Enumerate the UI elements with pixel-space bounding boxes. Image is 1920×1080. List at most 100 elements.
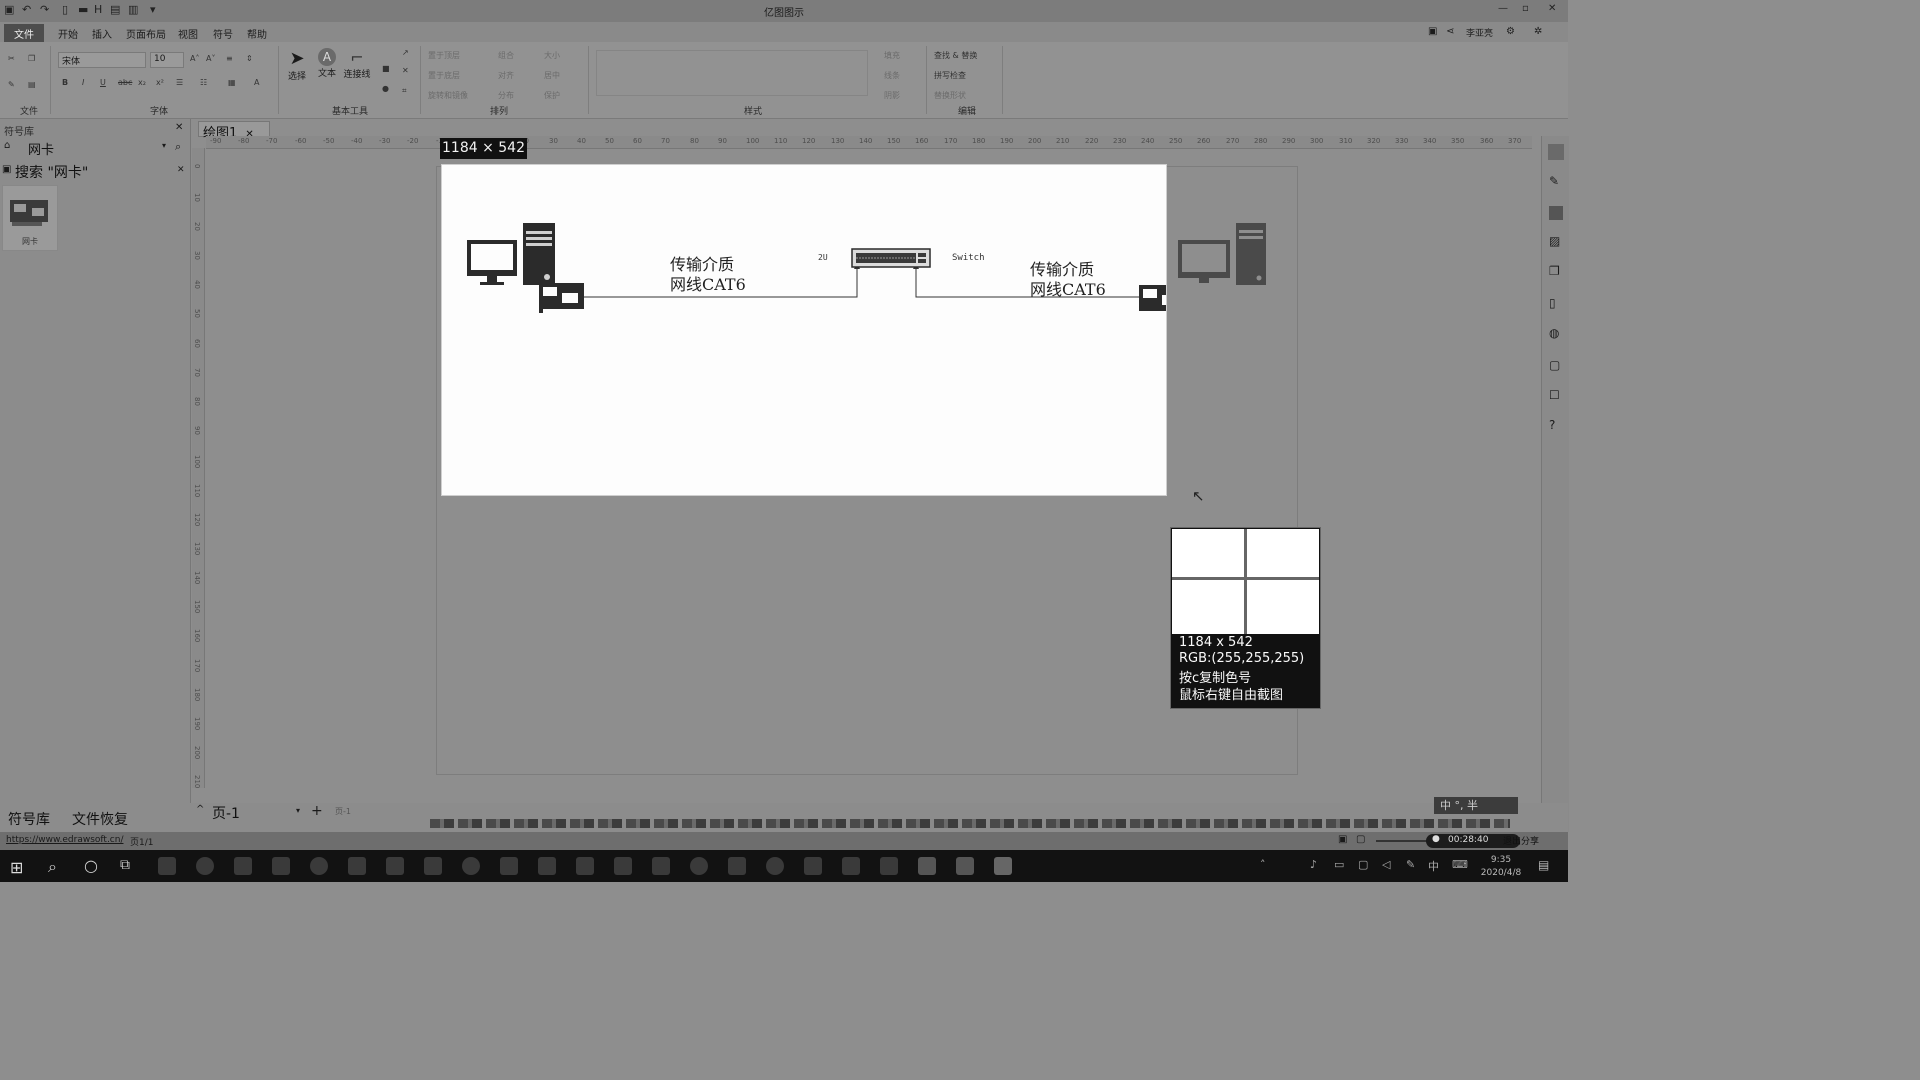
- volume-icon[interactable]: ◁: [1382, 858, 1390, 871]
- bring-to-front-button[interactable]: 置于顶层: [428, 50, 460, 61]
- share-icon[interactable]: ▣: [1428, 26, 1437, 37]
- line-spacing-icon[interactable]: ⇕: [246, 54, 253, 63]
- fill-button[interactable]: 填充: [884, 50, 900, 61]
- skin-icon[interactable]: ✲: [1534, 26, 1542, 37]
- help-icon[interactable]: ?: [1549, 418, 1555, 432]
- camera-icon[interactable]: [652, 857, 670, 875]
- app-icon[interactable]: [766, 857, 784, 875]
- pycharm-icon[interactable]: [500, 857, 518, 875]
- chrome-icon[interactable]: [690, 857, 708, 875]
- crop-icon[interactable]: ⌗: [402, 86, 407, 96]
- send-to-back-button[interactable]: 置于底层: [428, 70, 460, 81]
- page-tab-secondary[interactable]: 页-1: [335, 806, 351, 817]
- website-link[interactable]: https://www.edrawsoft.cn/: [6, 835, 123, 845]
- rectangle-icon[interactable]: ■: [382, 64, 390, 73]
- wechat-icon[interactable]: [918, 857, 936, 875]
- line-style-icon[interactable]: ✎: [1549, 174, 1559, 188]
- exit-share-button[interactable]: 退出分享: [1503, 834, 1539, 847]
- vscode-icon[interactable]: [576, 857, 594, 875]
- battery-icon[interactable]: ▭: [1334, 858, 1344, 871]
- align-button[interactable]: 对齐: [498, 70, 514, 81]
- clock[interactable]: 9:35 2020/4/8: [1478, 854, 1524, 880]
- app-icon[interactable]: [386, 857, 404, 875]
- windows-start-icon[interactable]: ⊞: [10, 858, 23, 877]
- mail-icon[interactable]: [272, 857, 290, 875]
- home-icon[interactable]: ⌂: [4, 140, 10, 151]
- delete-shape-icon[interactable]: ✕: [402, 66, 409, 75]
- italic-icon[interactable]: I: [82, 78, 84, 87]
- line-button[interactable]: 线条: [884, 70, 900, 81]
- capture-region[interactable]: 传输介质 网线CAT6 传输介质 网线CAT6 2U Switch: [441, 164, 1167, 496]
- menu-page-layout[interactable]: 页面布局: [126, 26, 166, 41]
- spell-check-button[interactable]: 拼写检查: [934, 70, 966, 81]
- menu-help[interactable]: 帮助: [247, 26, 267, 41]
- layers-icon[interactable]: ❐: [1549, 264, 1560, 278]
- library-item-network-card[interactable]: 网卡: [2, 185, 58, 251]
- app-icon[interactable]: [462, 857, 480, 875]
- grow-font-icon[interactable]: A˄: [190, 54, 199, 63]
- add-page-icon[interactable]: +: [311, 803, 323, 819]
- copy-icon[interactable]: ❐: [28, 54, 35, 63]
- app-icon[interactable]: [424, 857, 442, 875]
- fill-panel-icon[interactable]: [1549, 206, 1563, 220]
- connector-tool-button[interactable]: ⌐ 连接线: [342, 48, 372, 80]
- notification-icon[interactable]: ▤: [1538, 858, 1549, 872]
- shrink-font-icon[interactable]: A˅: [206, 54, 215, 63]
- shadow-button[interactable]: 阴影: [884, 90, 900, 101]
- color-palette-bar[interactable]: [430, 819, 1510, 828]
- minimize-icon[interactable]: —: [1498, 3, 1508, 14]
- network-icon[interactable]: ▢: [1358, 858, 1368, 871]
- keyboard-icon[interactable]: ⌨: [1452, 858, 1468, 871]
- style-gallery[interactable]: [596, 50, 868, 96]
- share-link-icon[interactable]: ⋖: [1446, 26, 1454, 37]
- page-nav-icon[interactable]: ^: [196, 804, 204, 815]
- document-tab[interactable]: 绘图1 ✕: [198, 121, 270, 141]
- edraw-icon[interactable]: [994, 857, 1012, 875]
- font-color-icon[interactable]: A: [254, 78, 259, 87]
- align-icon[interactable]: ≡: [226, 54, 233, 63]
- ime-indicator[interactable]: 中 °, 半: [1434, 797, 1518, 814]
- format-painter-icon[interactable]: ✎: [8, 80, 15, 89]
- fit-page-icon[interactable]: ▣: [1338, 834, 1347, 845]
- text-tool-button[interactable]: A 文本: [314, 48, 340, 79]
- size-button[interactable]: 大小: [544, 50, 560, 61]
- page-panel-icon[interactable]: ▯: [1549, 296, 1556, 310]
- media-icon[interactable]: [310, 857, 328, 875]
- search-icon[interactable]: ⌕: [48, 857, 57, 877]
- microphone-icon[interactable]: ♪: [1310, 858, 1317, 871]
- tab-file-recovery[interactable]: 文件恢复: [72, 809, 128, 829]
- rotate-mirror-button[interactable]: 旋转和镜像: [428, 90, 468, 101]
- maximize-icon[interactable]: ▫: [1522, 3, 1529, 14]
- font-family-select[interactable]: 宋体: [58, 52, 146, 68]
- cut-icon[interactable]: ✂: [8, 54, 15, 63]
- ellipse-icon[interactable]: ●: [382, 84, 389, 93]
- close-search-icon[interactable]: ✕: [177, 165, 185, 175]
- font-size-select[interactable]: 10: [150, 52, 184, 68]
- library-dropdown[interactable]: 网卡: [28, 139, 54, 158]
- move-icon[interactable]: ↗: [402, 48, 409, 57]
- app-icon[interactable]: [804, 857, 822, 875]
- app-icon[interactable]: [614, 857, 632, 875]
- settings-icon[interactable]: ⚙: [1506, 26, 1515, 37]
- app-icon[interactable]: [956, 857, 974, 875]
- task-view-icon[interactable]: ⧉: [120, 857, 130, 873]
- photoshop-icon[interactable]: [538, 857, 556, 875]
- protect-button[interactable]: 保护: [544, 90, 560, 101]
- chevron-down-icon[interactable]: ▾: [296, 806, 300, 815]
- page-tab[interactable]: 页-1: [212, 803, 240, 823]
- superscript-icon[interactable]: x²: [156, 78, 164, 87]
- format-panel-icon[interactable]: [1548, 144, 1564, 160]
- image-panel-icon[interactable]: ▨: [1549, 234, 1560, 248]
- app-icon[interactable]: [880, 857, 898, 875]
- distribute-button[interactable]: 分布: [498, 90, 514, 101]
- app-icon[interactable]: [728, 857, 746, 875]
- search-icon[interactable]: ⌕: [175, 140, 181, 154]
- close-window-icon[interactable]: ✕: [1548, 3, 1556, 14]
- close-panel-icon[interactable]: ✕: [175, 122, 183, 133]
- tab-symbol-library[interactable]: 符号库: [8, 809, 50, 829]
- numbering-icon[interactable]: ☷: [200, 78, 207, 87]
- underline-icon[interactable]: U: [100, 78, 106, 87]
- store-icon[interactable]: [234, 857, 252, 875]
- tray-expand-icon[interactable]: ˄: [1260, 858, 1266, 871]
- find-replace-button[interactable]: 查找 & 替换: [934, 50, 977, 61]
